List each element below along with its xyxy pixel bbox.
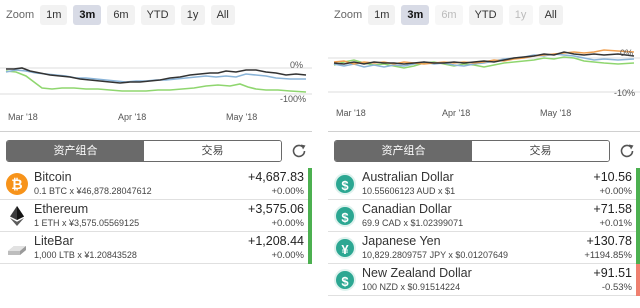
- zoom-button-all[interactable]: All: [210, 5, 235, 25]
- asset-name: Australian Dollar: [362, 170, 454, 184]
- asset-value: +1,208.44: [248, 234, 304, 248]
- currency-glyph: $: [334, 173, 356, 195]
- chart-top-pct-label: 0%: [290, 60, 304, 70]
- section-divider: [0, 131, 312, 132]
- refresh-icon[interactable]: [290, 142, 308, 160]
- asset-name: Bitcoin: [34, 170, 72, 184]
- currency-glyph: ¥: [334, 237, 356, 259]
- asset-change-pct: +0.01%: [599, 218, 633, 229]
- refresh-icon[interactable]: [618, 142, 636, 160]
- tab-portfolio[interactable]: 资产组合: [7, 141, 144, 161]
- performance-chart-svg: [328, 49, 640, 93]
- asset-name: Ethereum: [34, 202, 89, 216]
- zoom-label: Zoom: [334, 9, 363, 21]
- tab-portfolio[interactable]: 资产组合: [335, 141, 472, 161]
- zoom-button-all[interactable]: All: [538, 5, 563, 25]
- bitcoin-icon: ₿: [6, 173, 28, 195]
- chart-month-label: Mar '18: [336, 108, 366, 118]
- asset-value: +4,687.83: [248, 170, 304, 184]
- holdings-list: ₿ Bitcoin 0.1 BTC x ¥46,878.28047612 +4,…: [0, 168, 312, 264]
- asset-change-pct: +0.00%: [271, 218, 305, 229]
- chart-bottom-pct-label: -10%: [614, 88, 636, 98]
- trend-indicator-bar: [636, 168, 640, 200]
- list-item[interactable]: $ Australian Dollar 10.55606123 AUD x $1…: [328, 168, 640, 200]
- asset-detail: 0.1 BTC x ¥46,878.28047612: [34, 186, 152, 196]
- asset-value: +91.51: [593, 266, 632, 280]
- zoom-button-6m[interactable]: 6m: [435, 5, 463, 25]
- tab-trades[interactable]: 交易: [472, 141, 609, 161]
- asset-detail: 1,000 LTB x ¥1.20843528: [34, 250, 137, 260]
- chart-bottom-pct-label: -100%: [280, 94, 307, 104]
- asset-value: +3,575.06: [248, 202, 304, 216]
- segmented-control: 资产组合 交易: [334, 140, 610, 162]
- trend-indicator-bar: [636, 264, 640, 296]
- asset-detail: 10.55606123 AUD x $1: [362, 186, 456, 196]
- yen-icon: ¥: [334, 237, 356, 259]
- portfolio-panel-fiat: Zoom 1m 3m 6m YTD 1y All 0% -10% Mar '18…: [328, 0, 640, 308]
- chart-month-label: Mar '18: [8, 112, 38, 122]
- chart-month-label: May '18: [540, 108, 572, 118]
- chart-month-label: May '18: [226, 112, 258, 122]
- zoom-button-3m[interactable]: 3m: [73, 5, 102, 25]
- segmented-control: 资产组合 交易: [6, 140, 282, 162]
- zoom-label: Zoom: [6, 9, 35, 21]
- list-item[interactable]: Ethereum 1 ETH x ¥3,575.05569125 +3,575.…: [0, 200, 312, 232]
- dollar-icon: $: [334, 269, 356, 291]
- chart-month-label: Apr '18: [442, 108, 471, 118]
- asset-change-pct: +0.00%: [271, 250, 305, 261]
- dollar-icon: $: [334, 173, 356, 195]
- asset-change-pct: +0.00%: [271, 186, 305, 197]
- holdings-list: $ Australian Dollar 10.55606123 AUD x $1…: [328, 168, 640, 296]
- asset-change-pct: +1194.85%: [584, 250, 632, 261]
- asset-name: LiteBar: [34, 234, 74, 248]
- performance-chart[interactable]: 0% -100% Mar '18 Apr '18 May '18: [0, 34, 312, 124]
- asset-detail: 1 ETH x ¥3,575.05569125: [34, 218, 140, 228]
- zoom-button-1m[interactable]: 1m: [368, 5, 396, 25]
- currency-glyph: $: [334, 269, 356, 291]
- asset-name: Canadian Dollar: [362, 202, 452, 216]
- zoom-button-1m[interactable]: 1m: [40, 5, 68, 25]
- zoom-button-1y[interactable]: 1y: [508, 5, 533, 25]
- currency-glyph: $: [334, 205, 356, 227]
- list-item[interactable]: $ Canadian Dollar 69.9 CAD x $1.02399071…: [328, 200, 640, 232]
- trend-indicator-bar: [636, 232, 640, 264]
- panel-gutter: [312, 0, 328, 308]
- chart-month-label: Apr '18: [118, 112, 147, 122]
- zoom-bar: Zoom 1m 3m 6m YTD 1y All: [0, 4, 241, 26]
- portfolio-panel-crypto: Zoom 1m 3m 6m YTD 1y All 0% -100% Mar '1…: [0, 0, 312, 308]
- asset-change-pct: -0.53%: [601, 282, 632, 293]
- section-divider: [328, 131, 640, 132]
- asset-name: New Zealand Dollar: [362, 266, 472, 280]
- list-item[interactable]: ¥ Japanese Yen 10,829.2809757 JPY x $0.0…: [328, 232, 640, 264]
- asset-value: +10.56: [593, 170, 632, 184]
- tab-trades[interactable]: 交易: [144, 141, 281, 161]
- zoom-button-ytd[interactable]: YTD: [468, 5, 503, 25]
- asset-value: +71.58: [593, 202, 632, 216]
- list-item[interactable]: $ New Zealand Dollar 100 NZD x $0.915142…: [328, 264, 640, 296]
- performance-chart-svg: [0, 67, 312, 95]
- list-item[interactable]: LiteBar 1,000 LTB x ¥1.20843528 +1,208.4…: [0, 232, 312, 264]
- zoom-button-3m[interactable]: 3m: [401, 5, 430, 25]
- zoom-button-ytd[interactable]: YTD: [140, 5, 175, 25]
- trend-indicator-bar: [636, 200, 640, 232]
- zoom-bar: Zoom 1m 3m 6m YTD 1y All: [328, 4, 569, 26]
- asset-detail: 69.9 CAD x $1.02399071: [362, 218, 464, 228]
- performance-chart[interactable]: 0% -10% Mar '18 Apr '18 May '18: [328, 34, 640, 124]
- zoom-button-6m[interactable]: 6m: [107, 5, 135, 25]
- ethereum-icon: [10, 206, 24, 226]
- asset-detail: 10,829.2809757 JPY x $0.01207649: [362, 250, 508, 260]
- dollar-icon: $: [334, 205, 356, 227]
- list-item[interactable]: ₿ Bitcoin 0.1 BTC x ¥46,878.28047612 +4,…: [0, 168, 312, 200]
- gold-bar-icon: [8, 246, 26, 255]
- asset-value: +130.78: [586, 234, 632, 248]
- chart-top-pct-label: 0%: [620, 48, 634, 58]
- zoom-button-1y[interactable]: 1y: [180, 5, 205, 25]
- asset-change-pct: +0.00%: [599, 186, 633, 197]
- asset-name: Japanese Yen: [362, 234, 441, 248]
- asset-detail: 100 NZD x $0.91514224: [362, 282, 461, 292]
